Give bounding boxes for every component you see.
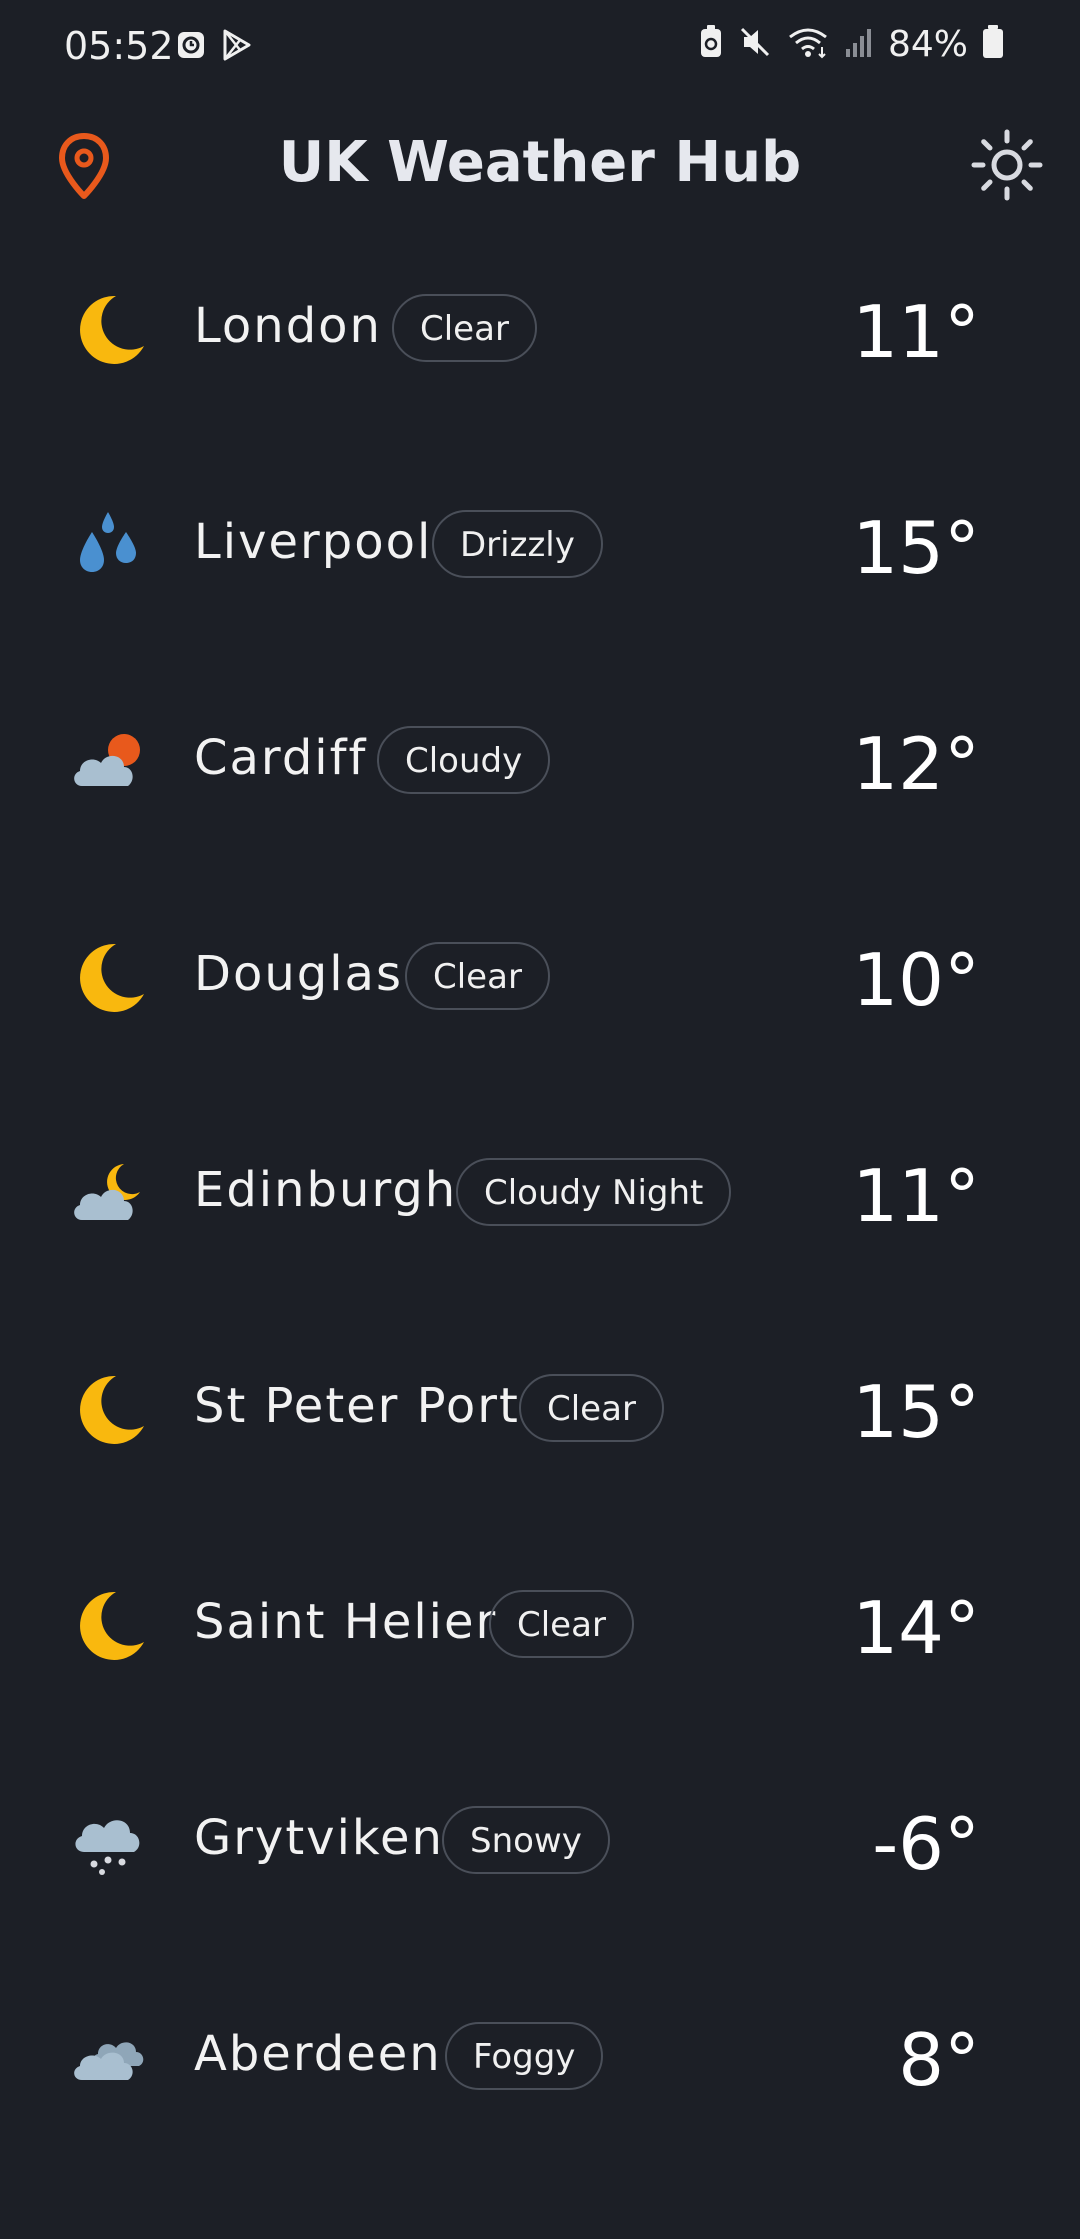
city-name: Douglas — [194, 946, 403, 1002]
weather-list: London Clear 11° Liverpool Drizzly 15° C… — [0, 250, 1080, 2194]
city-name: St Peter Port — [194, 1378, 520, 1434]
page-title: UK Weather Hub — [278, 130, 802, 195]
condition-badge: Cloudy Night — [456, 1158, 732, 1226]
city-row-cardiff[interactable]: Cardiff Cloudy 12° — [0, 682, 1080, 898]
raindrops-icon — [70, 506, 148, 584]
condition-badge: Cloudy — [377, 726, 551, 794]
city-row-liverpool[interactable]: Liverpool Drizzly 15° — [0, 466, 1080, 682]
signal-icon — [844, 25, 874, 64]
mute-icon — [738, 25, 772, 64]
app-screen: 05:52 84% UK Weather Hub London Clear 11… — [0, 0, 1080, 2239]
battery-percentage: 84% — [887, 24, 968, 65]
city-name: Saint Helier — [194, 1594, 498, 1650]
cloud-moon-icon — [70, 1154, 148, 1232]
condition-badge: Clear — [489, 1590, 634, 1658]
temperature: 10° — [852, 938, 980, 1022]
city-name: Aberdeen — [194, 2026, 442, 2082]
temperature: 11° — [852, 290, 980, 374]
theme-toggle-button[interactable] — [970, 128, 1044, 202]
condition-badge: Foggy — [445, 2022, 604, 2090]
city-row-london[interactable]: London Clear 11° — [0, 250, 1080, 466]
condition-badge: Snowy — [442, 1806, 610, 1874]
clock-app-icon — [176, 30, 206, 65]
status-right-icons: 84% — [698, 24, 1004, 65]
temperature: 11° — [852, 1154, 980, 1238]
temperature: 12° — [852, 722, 980, 806]
battery-icon — [982, 25, 1004, 64]
status-notification-icons — [176, 28, 254, 67]
temperature: -6° — [872, 1802, 980, 1886]
battery-saver-icon — [698, 25, 724, 64]
moon-icon — [70, 1586, 148, 1664]
city-name: Edinburgh — [194, 1162, 458, 1218]
status-time: 05:52 — [64, 24, 174, 68]
play-store-icon — [220, 28, 254, 67]
fog-cloud-icon — [70, 2018, 148, 2096]
city-name: Cardiff — [194, 730, 368, 786]
app-header: UK Weather Hub — [0, 110, 1080, 220]
city-row-st-peter-port[interactable]: St Peter Port Clear 15° — [0, 1330, 1080, 1546]
cloud-sun-icon — [70, 722, 148, 800]
city-row-saint-helier[interactable]: Saint Helier Clear 14° — [0, 1546, 1080, 1762]
condition-badge: Drizzly — [432, 510, 603, 578]
condition-badge: Clear — [405, 942, 550, 1010]
condition-badge: Clear — [392, 294, 537, 362]
city-name: Liverpool — [194, 514, 433, 570]
city-row-aberdeen[interactable]: Aberdeen Foggy 8° — [0, 1978, 1080, 2194]
temperature: 15° — [852, 506, 980, 590]
status-bar: 05:52 84% — [0, 0, 1080, 96]
city-name: London — [194, 298, 382, 354]
moon-icon — [70, 938, 148, 1016]
sun-icon — [971, 129, 1043, 201]
city-row-edinburgh[interactable]: Edinburgh Cloudy Night 11° — [0, 1114, 1080, 1330]
wifi-icon — [786, 25, 830, 64]
temperature: 14° — [852, 1586, 980, 1670]
snow-cloud-icon — [70, 1802, 148, 1880]
condition-badge: Clear — [519, 1374, 664, 1442]
city-row-douglas[interactable]: Douglas Clear 10° — [0, 898, 1080, 1114]
city-name: Grytviken — [194, 1810, 444, 1866]
moon-icon — [70, 290, 148, 368]
temperature: 8° — [898, 2018, 980, 2102]
city-row-grytviken[interactable]: Grytviken Snowy -6° — [0, 1762, 1080, 1978]
moon-icon — [70, 1370, 148, 1448]
temperature: 15° — [852, 1370, 980, 1454]
